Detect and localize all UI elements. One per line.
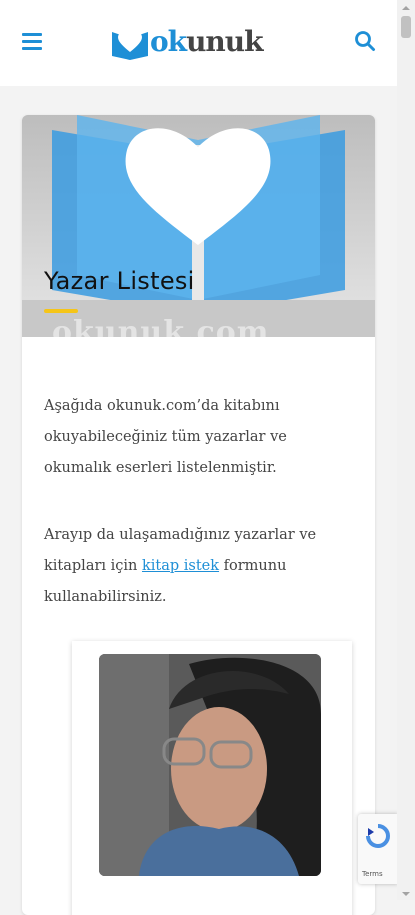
book-heart-logo-icon [112,31,148,60]
site-header: okunuk [0,0,397,86]
page: okunuk Yazar Listesi okunuk.com Aşağıda … [0,0,397,915]
intro-text: Aşağıda okunuk.com’da kitabını okuyabile… [44,391,349,649]
book-heart-illustration [22,115,375,337]
recaptcha-badge[interactable]: Terms [358,814,398,884]
search-icon[interactable] [354,30,376,52]
book-request-link[interactable]: kitap istek [142,558,219,574]
intro-paragraph: Aşağıda okunuk.com’da kitabını okuyabile… [44,398,287,476]
scroll-down-arrow-icon[interactable] [397,886,415,900]
page-title: Yazar Listesi [44,267,195,295]
recaptcha-icon [366,824,390,848]
hero-image: Yazar Listesi okunuk.com [22,115,375,337]
article-card: Yazar Listesi okunuk.com Aşağıda okunuk.… [22,115,375,915]
site-logo[interactable]: okunuk [110,22,290,62]
logo-wordmark-ok: ok [150,25,187,58]
author-card[interactable] [72,641,352,915]
request-paragraph: Arayıp da ulaşamadığınız yazarlar ve kit… [44,520,349,613]
recaptcha-terms-link[interactable]: Terms [362,870,383,878]
title-accent-bar [44,309,78,313]
author-photo[interactable] [99,654,321,876]
scrollbar-thumb[interactable] [401,16,411,38]
logo-wordmark: okunuk [150,24,264,60]
scrollbar[interactable] [397,0,415,900]
hero-watermark: okunuk.com [52,315,270,337]
logo-wordmark-rest: unuk [186,25,263,58]
scroll-up-arrow-icon[interactable] [397,0,415,14]
hamburger-menu-icon[interactable] [22,33,42,51]
